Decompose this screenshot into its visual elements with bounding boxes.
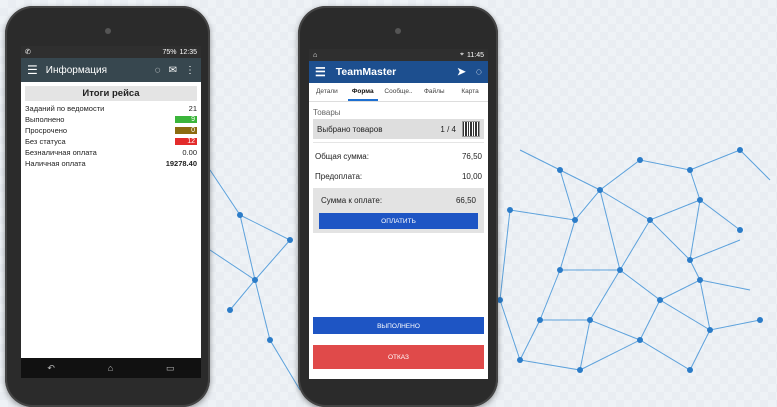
tab-bar: Детали Форма Сообще.. Файлы Карта [309, 83, 488, 102]
barcode-scan-icon[interactable] [462, 121, 480, 137]
battery-level: 75% [162, 48, 177, 56]
trip-summary-title: Итоги рейса [25, 86, 197, 101]
location-icon: ⌖ [460, 51, 464, 58]
refresh-icon[interactable]: ◌ [476, 66, 482, 78]
status-bar: ⌂ ⌖ 11:45 [309, 49, 488, 61]
prepay-value: 10,00 [461, 171, 482, 181]
amount-due-row: Сумма к оплате: 66,50 [315, 190, 482, 210]
tab-map[interactable]: Карта [452, 83, 488, 101]
summary-row-value: 0 [175, 127, 197, 134]
notification-icon: ✆ [25, 49, 31, 56]
clock: 12:35 [179, 48, 197, 56]
selected-goods-label: Выбрано товаров [317, 124, 383, 134]
summary-row-label: Без статуса [25, 137, 66, 146]
menu-icon[interactable]: ☰ [27, 63, 38, 77]
selected-goods-count: 1 / 4 [440, 124, 456, 134]
back-icon[interactable]: ↶ [47, 363, 55, 374]
clock: 11:45 [467, 51, 484, 59]
summary-row: Наличная оплата 19278.40 [25, 158, 197, 169]
phone-speaker [104, 28, 111, 34]
home-icon[interactable]: ⌂ [108, 363, 113, 373]
divider [313, 142, 484, 143]
summary-row-label: Заданий по ведомости [25, 104, 105, 113]
prepay-row: Предоплата: 10,00 [309, 166, 488, 186]
summary-row-label: Безналичная оплата [25, 148, 97, 157]
prepay-label: Предоплата: [315, 171, 363, 181]
phone-form: ⌂ ⌖ 11:45 ☰ TeamMaster ➤ ◌ Детали Форма … [298, 6, 498, 407]
summary-row-value: 0.00 [182, 148, 197, 157]
summary-row: Безналичная оплата 0.00 [25, 147, 197, 158]
recent-apps-icon[interactable]: ▭ [166, 363, 175, 374]
tab-files[interactable]: Файлы [416, 83, 452, 101]
tab-messages[interactable]: Сообще.. [381, 83, 417, 101]
summary-row-label: Выполнено [25, 115, 65, 124]
summary-row: Без статуса 12 [25, 136, 197, 147]
selected-goods-row[interactable]: Выбрано товаров 1 / 4 [313, 119, 484, 139]
tab-form[interactable]: Форма [345, 83, 381, 101]
summary-row-label: Наличная оплата [25, 159, 86, 168]
page-title: Информация [45, 64, 107, 76]
phone-info: ✆ 75% 12:35 ☰ Информация ◌ ✉ ⋮ Итоги рей… [5, 6, 210, 407]
amount-due-label: Сумма к оплате: [321, 195, 383, 205]
refuse-button[interactable]: ОТКАЗ [313, 345, 484, 369]
amount-due-value: 66,50 [455, 195, 476, 205]
amount-due-box: Сумма к оплате: 66,50 ОПЛАТИТЬ [313, 188, 484, 233]
done-button[interactable]: ВЫПОЛНЕНО [313, 317, 484, 334]
summary-row: Выполнено 9 [25, 114, 197, 125]
total-label: Общая сумма: [315, 151, 369, 161]
status-bar: ✆ 75% 12:35 [21, 46, 201, 58]
total-row: Общая сумма: 76,50 [309, 146, 488, 166]
summary-row-value: 12 [175, 138, 197, 145]
summary-row: Просрочено 0 [25, 125, 197, 136]
summary-row-label: Просрочено [25, 126, 68, 135]
messages-icon[interactable]: ✉ [169, 65, 177, 76]
phone-form-screen: ⌂ ⌖ 11:45 ☰ TeamMaster ➤ ◌ Детали Форма … [309, 49, 488, 379]
trip-summary: Итоги рейса Заданий по ведомости 21 Выполн… [21, 82, 201, 169]
summary-row-value: 9 [175, 116, 197, 123]
menu-icon[interactable]: ☰ [315, 65, 326, 79]
app-title: TeamMaster [335, 66, 397, 78]
pay-button[interactable]: ОПЛАТИТЬ [319, 213, 478, 229]
refresh-icon[interactable]: ◌ [155, 65, 161, 76]
notification-icon: ⌂ [313, 51, 318, 59]
summary-row: Заданий по ведомости 21 [25, 103, 197, 114]
app-bar: ☰ TeamMaster ➤ ◌ [309, 61, 488, 83]
android-nav-bar: ↶ ⌂ ▭ [21, 358, 201, 378]
summary-row-value: 21 [188, 104, 197, 113]
phone-speaker [395, 28, 401, 34]
phone-info-screen: ✆ 75% 12:35 ☰ Информация ◌ ✉ ⋮ Итоги рей… [21, 46, 201, 378]
total-value: 76,50 [461, 151, 482, 161]
goods-section-label: Товары [313, 108, 341, 117]
app-bar: ☰ Информация ◌ ✉ ⋮ [21, 58, 201, 82]
summary-row-value: 19278.40 [165, 159, 197, 168]
more-menu-icon[interactable]: ⋮ [185, 65, 195, 76]
send-icon[interactable]: ➤ [457, 66, 466, 78]
tab-details[interactable]: Детали [309, 83, 345, 101]
